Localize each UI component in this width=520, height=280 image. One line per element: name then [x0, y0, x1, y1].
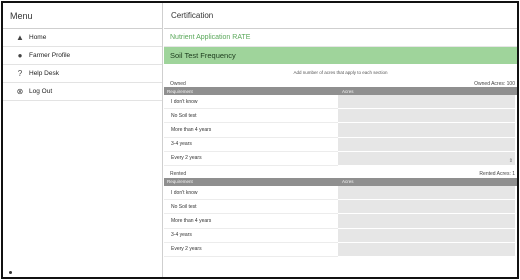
acres-input[interactable]	[338, 95, 515, 110]
table-row: I don't know	[164, 185, 517, 201]
acres-input[interactable]	[338, 123, 515, 138]
requirement-label: I don't know	[164, 95, 338, 110]
resize-handle-icon[interactable]: ⇕	[509, 158, 513, 164]
instruction-text: Add number of acres that apply to each s…	[293, 70, 388, 75]
acres-input[interactable]	[338, 228, 515, 243]
requirement-label: No Soil test	[164, 200, 338, 215]
col-requirement: Requirement	[167, 179, 193, 185]
acres-input[interactable]	[338, 185, 515, 201]
rented-acres-label: Rented Acres: 1	[479, 171, 515, 178]
owned-table-header: Requirement Acres	[164, 87, 517, 95]
owned-acres-label: Owned Acres: 100	[474, 80, 515, 87]
sidebar-item-log-out[interactable]: ⊗ Log Out	[3, 83, 162, 101]
acres-input[interactable]	[338, 214, 515, 229]
sidebar-item-label: Farmer Profile	[29, 52, 71, 59]
col-acres: Acres	[342, 88, 354, 94]
table-row: Every 2 years	[164, 242, 517, 257]
app-frame: Menu ▲ Home ● Farmer Profile ? Help Desk…	[1, 1, 519, 279]
acres-input[interactable]	[338, 200, 515, 215]
sidebar-item-home[interactable]: ▲ Home	[3, 29, 162, 47]
question-icon: ?	[17, 69, 23, 78]
status-dot	[9, 271, 12, 274]
requirement-label: More than 4 years	[164, 123, 338, 138]
acres-input[interactable]	[338, 137, 515, 152]
requirement-label: Every 2 years	[164, 243, 338, 257]
requirement-label: I don't know	[164, 186, 338, 201]
table-row: Every 2 years ⇕	[164, 151, 517, 166]
requirement-label: Every 2 years	[164, 152, 338, 166]
acres-input[interactable]	[338, 109, 515, 124]
sidebar-item-help-desk[interactable]: ? Help Desk	[3, 65, 162, 83]
col-requirement: Requirement	[167, 88, 193, 94]
acres-input[interactable]: ⇕	[338, 151, 515, 166]
rented-table-header: Requirement Acres	[164, 177, 517, 186]
home-icon: ▲	[16, 33, 24, 42]
table-row: No Soil test	[164, 200, 517, 215]
logout-icon: ⊗	[16, 87, 24, 96]
table-row: No Soil test	[164, 109, 517, 124]
sidebar-item-label: Log Out	[29, 88, 53, 95]
table-row: More than 4 years	[164, 123, 517, 138]
rented-label: Rented	[170, 171, 187, 178]
owned-section-header: Owned Owned Acres: 100	[164, 80, 517, 87]
requirement-label: 3-4 years	[164, 138, 338, 152]
sidebar-title: Menu	[3, 3, 162, 29]
table-row: 3-4 years	[164, 137, 517, 152]
table-row: More than 4 years	[164, 214, 517, 229]
col-acres: Acres	[342, 179, 354, 185]
page-title: Certification	[164, 3, 517, 29]
sidebar: Menu ▲ Home ● Farmer Profile ? Help Desk…	[3, 3, 163, 277]
section-header: Soil Test Frequency	[164, 47, 517, 64]
requirement-label: No Soil test	[164, 109, 338, 124]
rented-section-header: Rented Rented Acres: 1	[164, 171, 517, 178]
requirement-label: More than 4 years	[164, 214, 338, 229]
person-icon: ●	[17, 51, 23, 60]
requirement-label: 3-4 years	[164, 229, 338, 243]
sidebar-item-farmer-profile[interactable]: ● Farmer Profile	[3, 47, 162, 65]
table-row: 3-4 years	[164, 228, 517, 243]
sidebar-item-label: Home	[29, 34, 47, 41]
table-row: I don't know	[164, 95, 517, 110]
sidebar-item-label: Help Desk	[29, 70, 59, 77]
owned-label: Owned	[170, 80, 186, 87]
main-content: Certification Nutrient Application RATE …	[164, 3, 517, 277]
acres-input[interactable]	[338, 242, 515, 257]
nutrient-rate-link[interactable]: Nutrient Application RATE	[164, 29, 517, 47]
